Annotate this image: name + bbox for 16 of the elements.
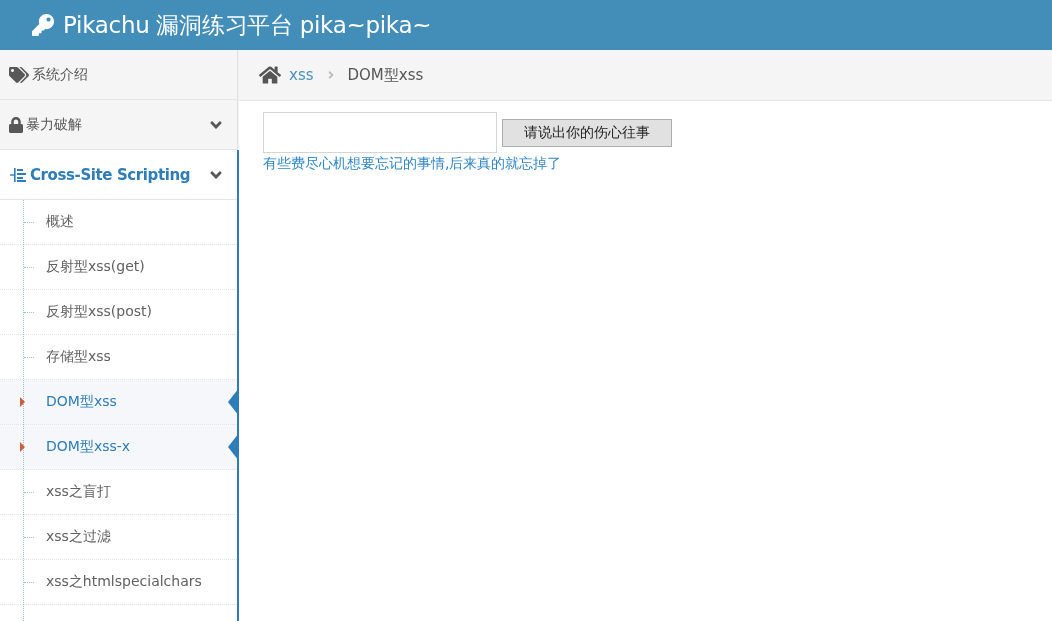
chevron-right-icon: [326, 69, 335, 81]
list-icon: [9, 166, 27, 183]
home-icon[interactable]: [259, 65, 281, 85]
key-icon: [32, 14, 54, 36]
caret-icon: [20, 397, 25, 407]
breadcrumb-link[interactable]: xss: [289, 66, 314, 84]
submenu-item[interactable]: DOM型xss: [0, 380, 237, 425]
breadcrumb-current: DOM型xss: [347, 65, 424, 85]
tags-icon: [9, 66, 29, 83]
submit-button[interactable]: 请说出你的伤心往事: [502, 118, 672, 147]
submenu-item[interactable]: DOM型xss-x: [0, 425, 237, 470]
input-field[interactable]: [263, 112, 497, 153]
lock-icon: [9, 116, 23, 133]
message-link[interactable]: 有些费尽心机想要忘记的事情,后来真的就忘掉了: [263, 155, 562, 173]
site-title: Pikachu 漏洞练习平台 pika~pika~: [63, 10, 432, 40]
caret-icon: [20, 442, 25, 452]
